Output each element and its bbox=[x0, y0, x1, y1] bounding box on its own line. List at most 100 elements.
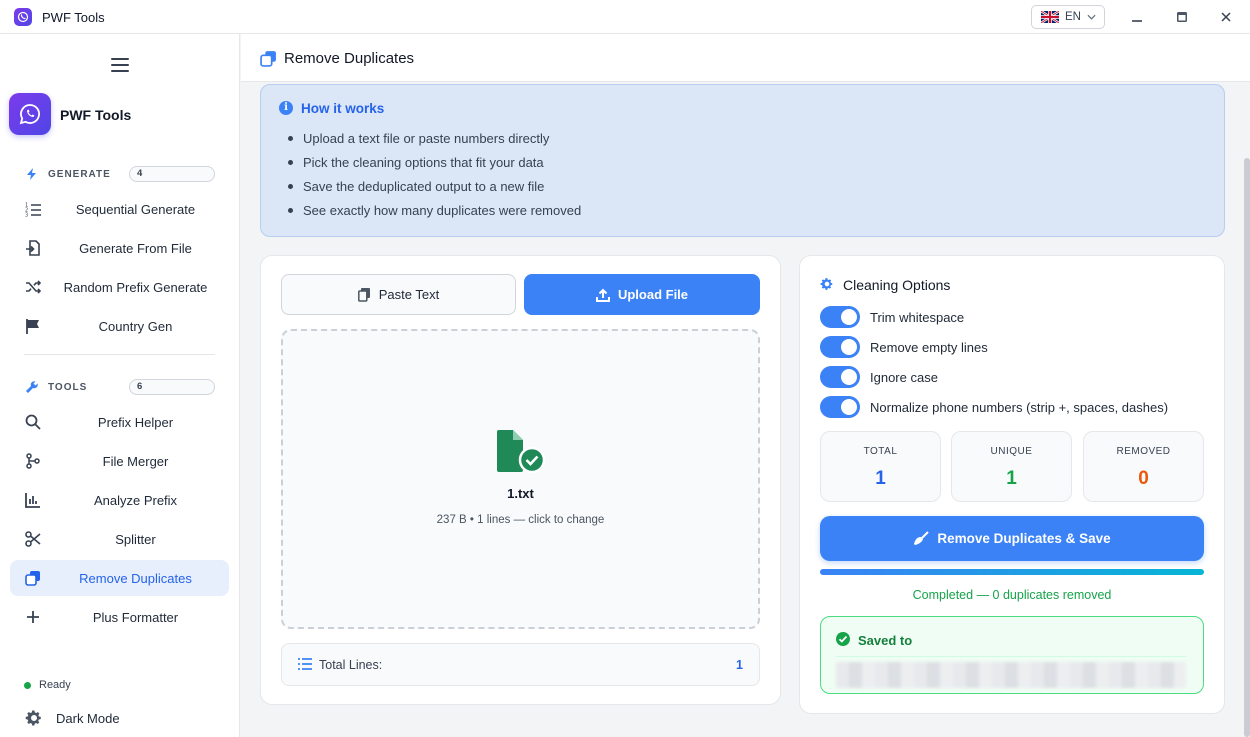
stat-label: REMOVED bbox=[1116, 446, 1171, 457]
file-name: 1.txt bbox=[507, 486, 534, 501]
how-it-works-step: Upload a text file or paste numbers dire… bbox=[303, 131, 550, 146]
tab-label: Upload File bbox=[617, 287, 689, 302]
plus-icon bbox=[24, 608, 42, 626]
bullet bbox=[288, 136, 293, 141]
total-lines-label: Total Lines: bbox=[319, 658, 383, 672]
sidebar-item-label: Country Gen bbox=[98, 318, 173, 334]
gear-icon bbox=[820, 277, 834, 291]
flag-icon bbox=[24, 317, 42, 335]
tab-paste-text[interactable]: Paste Text bbox=[281, 274, 516, 315]
minimize-button[interactable] bbox=[1128, 8, 1146, 26]
language-label: EN bbox=[1065, 11, 1081, 23]
sidebar-item-label: Remove Duplicates bbox=[79, 570, 192, 586]
sidebar-item-generate-from-file[interactable]: Generate From File bbox=[10, 230, 229, 266]
toggle-label: Normalize phone numbers (strip +, spaces… bbox=[870, 400, 1169, 415]
toggle-ignore-case[interactable] bbox=[820, 366, 860, 388]
close-button[interactable] bbox=[1217, 8, 1235, 26]
file-drop-zone[interactable] bbox=[281, 329, 760, 629]
hamburger-icon bbox=[111, 58, 129, 72]
toggle-label: Trim whitespace bbox=[870, 310, 965, 325]
stat-value: 1 bbox=[1006, 468, 1017, 489]
maximize-button[interactable] bbox=[1173, 8, 1191, 26]
bullet bbox=[288, 160, 293, 165]
sidebar-item-label: File Merger bbox=[102, 453, 169, 469]
scrollbar-thumb[interactable] bbox=[1244, 158, 1250, 737]
copy-icon bbox=[260, 50, 277, 67]
list-ordered-icon: 123 bbox=[24, 200, 42, 218]
chart-icon bbox=[24, 491, 42, 509]
menu-toggle-button[interactable] bbox=[111, 58, 129, 72]
chevron-down-icon bbox=[1087, 14, 1096, 20]
window-title: PWF Tools bbox=[42, 10, 105, 25]
toggle-remove-empty-lines[interactable] bbox=[820, 336, 860, 358]
brand-name: PWF Tools bbox=[60, 107, 132, 123]
how-it-works-step: Save the deduplicated output to a new fi… bbox=[303, 179, 545, 194]
sidebar-item-label: Sequential Generate bbox=[75, 201, 196, 217]
sidebar-item-remove-duplicates[interactable]: Remove Duplicates bbox=[10, 560, 229, 596]
sidebar-item-label: Generate From File bbox=[79, 240, 192, 256]
bullet bbox=[288, 208, 293, 213]
sidebar-item-sequential-generate[interactable]: 123 Sequential Generate bbox=[10, 191, 229, 227]
saved-to-label: Saved to bbox=[858, 633, 913, 648]
remove-duplicates-save-button[interactable]: Remove Duplicates & Save bbox=[820, 516, 1204, 561]
list-icon bbox=[298, 658, 312, 670]
stat-total: TOTAL 1 bbox=[820, 431, 941, 502]
file-import-icon bbox=[24, 239, 42, 257]
uk-flag-icon bbox=[1041, 11, 1059, 23]
how-it-works-title: How it works bbox=[301, 101, 385, 116]
language-selector[interactable]: EN bbox=[1031, 5, 1105, 29]
sidebar-item-prefix-helper[interactable]: Prefix Helper bbox=[10, 404, 229, 440]
sidebar-item-label: Random Prefix Generate bbox=[63, 279, 208, 295]
close-icon bbox=[1221, 12, 1231, 22]
sidebar-item-analyze-prefix[interactable]: Analyze Prefix bbox=[10, 482, 229, 518]
sidebar-item-random-prefix-generate[interactable]: Random Prefix Generate bbox=[10, 269, 229, 305]
stat-label: TOTAL bbox=[863, 446, 898, 457]
search-icon bbox=[24, 413, 42, 431]
sidebar-item-plus-formatter[interactable]: Plus Formatter bbox=[10, 599, 229, 635]
bullet bbox=[288, 184, 293, 189]
lightning-icon bbox=[27, 168, 36, 180]
brand-logo bbox=[9, 93, 51, 135]
shuffle-icon bbox=[24, 278, 42, 296]
stat-removed: REMOVED 0 bbox=[1083, 431, 1204, 502]
button-label: Remove Duplicates & Save bbox=[937, 531, 1111, 546]
sidebar-divider bbox=[24, 354, 215, 355]
how-it-works-step: Pick the cleaning options that fit your … bbox=[303, 155, 544, 170]
toggle-label: Ignore case bbox=[870, 370, 938, 385]
completion-message: Completed — 0 duplicates removed bbox=[912, 588, 1112, 602]
total-lines-value: 1 bbox=[736, 658, 743, 672]
dark-mode-toggle[interactable]: Dark Mode bbox=[56, 711, 120, 726]
progress-fill bbox=[820, 569, 1204, 575]
whatsapp-icon bbox=[19, 104, 40, 125]
check-circle-icon bbox=[836, 632, 850, 646]
sidebar-item-country-gen[interactable]: Country Gen bbox=[10, 308, 229, 344]
upload-icon bbox=[595, 288, 610, 302]
sidebar-item-file-merger[interactable]: File Merger bbox=[10, 443, 229, 479]
sidebar-item-label: Prefix Helper bbox=[97, 414, 174, 430]
tab-upload-file[interactable]: Upload File bbox=[524, 274, 760, 315]
minimize-icon bbox=[1132, 20, 1142, 22]
maximize-icon bbox=[1177, 12, 1187, 22]
section-label-tools: TOOLS bbox=[48, 382, 88, 393]
toggle-normalize-phone[interactable] bbox=[820, 396, 860, 418]
divider bbox=[836, 656, 1186, 657]
section-count-badge: 6 bbox=[129, 379, 215, 395]
merge-icon bbox=[24, 452, 42, 470]
toggle-trim-whitespace[interactable] bbox=[820, 306, 860, 328]
clipboard-icon bbox=[357, 287, 370, 302]
sidebar-item-splitter[interactable]: Splitter bbox=[10, 521, 229, 557]
options-title: Cleaning Options bbox=[843, 277, 951, 293]
scissors-icon bbox=[24, 530, 42, 548]
file-check-icon bbox=[496, 430, 546, 476]
saved-file-path-redacted bbox=[836, 662, 1186, 688]
info-icon: i bbox=[279, 101, 293, 115]
section-label-generate: GENERATE bbox=[48, 169, 111, 180]
how-it-works-step: See exactly how many duplicates were rem… bbox=[303, 203, 582, 218]
broom-icon bbox=[914, 530, 930, 545]
sidebar-item-label: Plus Formatter bbox=[92, 609, 179, 625]
wrench-icon bbox=[26, 381, 38, 393]
toggle-label: Remove empty lines bbox=[870, 340, 988, 355]
stat-value: 1 bbox=[875, 468, 886, 489]
stat-unique: UNIQUE 1 bbox=[951, 431, 1072, 502]
tab-label: Paste Text bbox=[378, 287, 440, 302]
